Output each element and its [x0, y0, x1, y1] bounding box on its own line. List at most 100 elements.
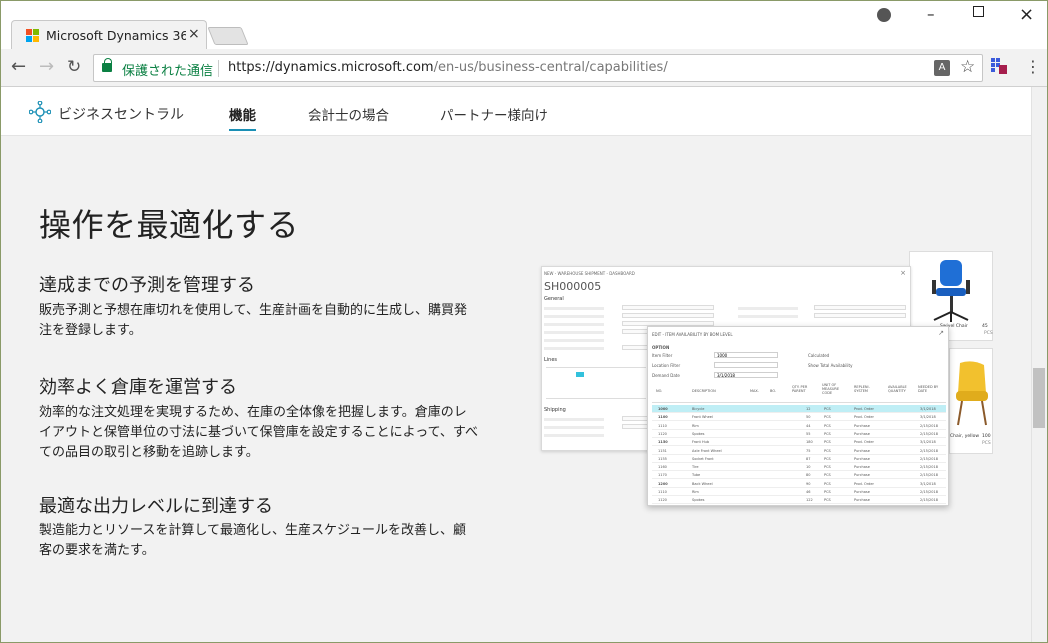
table-row[interactable]: 1110 Rim 44 PCS Purchase 2/15/2018 — [652, 422, 946, 430]
table-row[interactable]: 1000 Bicycle 12 PCS Prod. Order 3/1/2018 — [652, 405, 946, 413]
table-cell: PCS — [824, 440, 831, 445]
table-cell: 1150 — [658, 440, 668, 445]
scrollbar-thumb[interactable] — [1033, 368, 1045, 428]
section-heading: 操作を最適化する — [39, 206, 300, 244]
table-cell: 1120 — [658, 498, 667, 503]
translate-icon[interactable]: A — [934, 60, 950, 76]
site-nav: ビジネスセントラル 機能 会計士の場合 パートナー様向け — [1, 87, 1031, 136]
column-header: AVAILABLE QUANTITY — [888, 385, 907, 393]
field-label — [738, 315, 798, 318]
table-row[interactable]: 1120 Spokes 122 PCS Purchase 2/15/2018 — [652, 496, 946, 505]
minimize-icon[interactable]: – — [927, 5, 935, 23]
nav-link-partners[interactable]: パートナー様向け — [440, 104, 548, 124]
table-cell: Purchase — [854, 465, 870, 470]
item-filter-input[interactable]: 1000 — [714, 352, 778, 358]
nav-link-capabilities[interactable]: 機能 — [229, 104, 256, 131]
close-window-icon[interactable]: × — [1019, 4, 1034, 25]
table-cell: Spokes — [692, 498, 705, 503]
table-row[interactable]: 1155 Socket Front 87 PCS Purchase 2/15/2018 — [652, 455, 946, 463]
forward-arrow-icon[interactable]: → — [39, 57, 54, 77]
field-label — [544, 307, 604, 310]
form-field[interactable] — [622, 313, 714, 318]
table-cell: Purchase — [854, 456, 870, 461]
product-screenshot: Swivel Chair 45 PCS Chair, yellow 100 PC… — [541, 251, 993, 511]
menu-icon[interactable]: ⋮ — [1025, 57, 1041, 77]
table-cell: 2/15/2018 — [920, 498, 938, 503]
table-cell: 2/15/2018 — [920, 456, 938, 461]
business-central-logo-icon[interactable] — [29, 101, 51, 123]
nav-link-accountants[interactable]: 会計士の場合 — [308, 104, 389, 124]
star-icon[interactable]: ☆ — [960, 57, 975, 77]
table-row[interactable]: 1151 Axle Front Wheel 75 PCS Purchase 2/15/20… — [652, 447, 946, 455]
address-bar[interactable]: 保護された通信 https://dynamics.microsoft.com/e… — [93, 54, 983, 82]
panel-header: NEW - WAREHOUSE SHIPMENT - DASHBOARD — [544, 271, 635, 276]
table-cell: Rim — [692, 490, 699, 494]
table-cell: Front Hub — [692, 440, 710, 445]
table-cell: Purchase — [854, 490, 870, 494]
table-cell: 1200 — [658, 481, 668, 486]
table-cell: PCS — [824, 448, 831, 453]
table-cell: 87 — [806, 456, 811, 461]
table-row[interactable]: 1100 Front Wheel 50 PCS Prod. Order 3/1/2018 — [652, 413, 946, 422]
close-icon[interactable]: × — [900, 269, 906, 277]
new-tab-button[interactable] — [207, 27, 249, 45]
profile-icon[interactable] — [877, 8, 891, 22]
table-cell: 1000 — [658, 407, 668, 411]
table-cell: PCS — [824, 415, 831, 420]
table-cell: Purchase — [854, 431, 870, 436]
table-row[interactable]: 1120 Spokes 55 PCS Purchase 2/15/2018 — [652, 430, 946, 438]
back-arrow-icon[interactable]: ← — [11, 57, 26, 77]
table-cell: PCS — [824, 431, 831, 436]
table-row[interactable]: 1200 Back Wheel 90 PCS Prod. Order 3/1/2018 — [652, 480, 946, 488]
table-cell: 55 — [806, 431, 811, 436]
table-row[interactable]: 1110 Rim 46 PCS Purchase 2/15/2018 — [652, 488, 946, 496]
field-label — [544, 323, 604, 326]
table-cell: PCS — [824, 423, 831, 428]
feature-title: 達成までの予測を管理する — [39, 275, 255, 296]
show-total-label: Show Total Availability — [808, 363, 853, 368]
grid-header: NO. DESCRIPTION MAX. BO. QTY. PER PARENT… — [652, 383, 946, 403]
form-field[interactable] — [814, 305, 906, 310]
chair-card: Chair, yellow 100 PCS — [949, 348, 993, 454]
page-scrollbar[interactable] — [1031, 87, 1047, 642]
field-label — [544, 339, 604, 342]
section-shipping: Shipping — [544, 407, 566, 413]
demand-date-input[interactable]: 3/1/2018 — [714, 372, 778, 378]
location-filter-label: Location Filter — [652, 363, 681, 368]
table-row[interactable]: 1150 Front Hub 180 PCS Prod. Order 3/1/2018 — [652, 438, 946, 447]
chair-count: 100 — [982, 434, 991, 439]
extension-icon[interactable] — [991, 58, 1007, 74]
table-cell: 3/1/2018 — [920, 407, 936, 411]
table-cell: Prod. Order — [854, 415, 874, 420]
url-path: /en-us/business-central/capabilities/ — [433, 60, 668, 75]
form-field[interactable] — [622, 305, 714, 310]
field-label — [544, 347, 604, 350]
feature-description: 製造能力とリソースを計算して最適化し、生産スケジュールを改善し、顧客の要求を満た… — [39, 523, 467, 558]
reload-icon[interactable]: ↻ — [67, 57, 81, 77]
form-field[interactable] — [814, 313, 906, 318]
tab-title: Microsoft Dynamics 365 — [46, 28, 186, 43]
table-row[interactable]: 1160 Tire 10 PCS Purchase 2/15/2018 — [652, 463, 946, 472]
table-cell: 180 — [806, 440, 813, 445]
table-cell: Socket Front — [692, 456, 714, 461]
field-label — [544, 434, 604, 437]
url-text[interactable]: https://dynamics.microsoft.com/en-us/bus… — [228, 60, 668, 75]
table-cell: Prod. Order — [854, 481, 874, 486]
browser-tab[interactable]: Microsoft Dynamics 365 × — [11, 20, 207, 50]
demand-date-label: Demand Date — [652, 373, 680, 378]
field-label — [544, 418, 604, 421]
tab-strip: Microsoft Dynamics 365 × – × — [1, 1, 1047, 50]
table-cell: 3/1/2018 — [920, 440, 936, 445]
chair-count: 45 — [982, 324, 988, 329]
tab-close-icon[interactable]: × — [188, 26, 200, 42]
table-cell: Spokes — [692, 431, 705, 436]
location-filter-input[interactable] — [714, 362, 778, 368]
table-cell: 3/1/2018 — [920, 481, 936, 486]
table-cell: 1100 — [658, 415, 668, 420]
maximize-icon[interactable] — [973, 6, 984, 17]
microsoft-logo-icon — [26, 29, 40, 43]
table-row[interactable]: 1170 Tube 80 PCS Purchase 2/15/2018 — [652, 471, 946, 480]
expand-icon[interactable]: ↗ — [938, 329, 944, 337]
table-cell: 2/15/2018 — [920, 431, 938, 436]
brand-name[interactable]: ビジネスセントラル — [58, 104, 184, 124]
